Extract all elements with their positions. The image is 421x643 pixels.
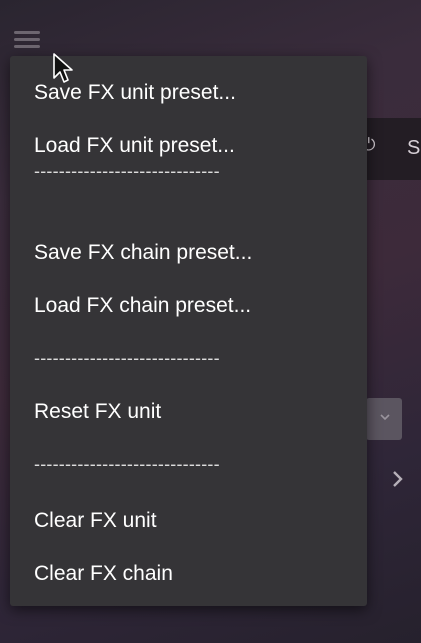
menu-separator: ------------------------------ — [34, 454, 220, 474]
menu-separator: ------------------------------ — [34, 348, 220, 368]
menu-item-clear-fx-unit[interactable]: Clear FX unit — [34, 508, 157, 534]
menu-item-reset-fx-unit[interactable]: Reset FX unit — [34, 399, 161, 425]
menu-item-save-fx-chain-preset[interactable]: Save FX chain preset... — [34, 240, 252, 266]
hamburger-menu-icon[interactable] — [14, 29, 44, 49]
hamburger-bar — [14, 31, 40, 34]
menu-item-load-fx-unit-preset[interactable]: Load FX unit preset... — [34, 133, 235, 159]
mouse-cursor-icon — [53, 53, 73, 83]
preset-dropdown-button[interactable] — [366, 398, 402, 440]
chevron-down-icon — [380, 414, 390, 421]
hamburger-bar — [14, 38, 40, 41]
hamburger-bar — [14, 45, 40, 48]
menu-item-load-fx-chain-preset[interactable]: Load FX chain preset... — [34, 293, 251, 319]
fx-options-menu: Save FX unit preset... Load FX unit pres… — [10, 56, 367, 606]
menu-separator: ------------------------------ — [34, 161, 220, 181]
menu-item-clear-fx-chain[interactable]: Clear FX chain — [34, 561, 173, 587]
fx-unit-title-fragment: S — [407, 137, 421, 159]
chevron-right-icon[interactable] — [392, 470, 404, 488]
